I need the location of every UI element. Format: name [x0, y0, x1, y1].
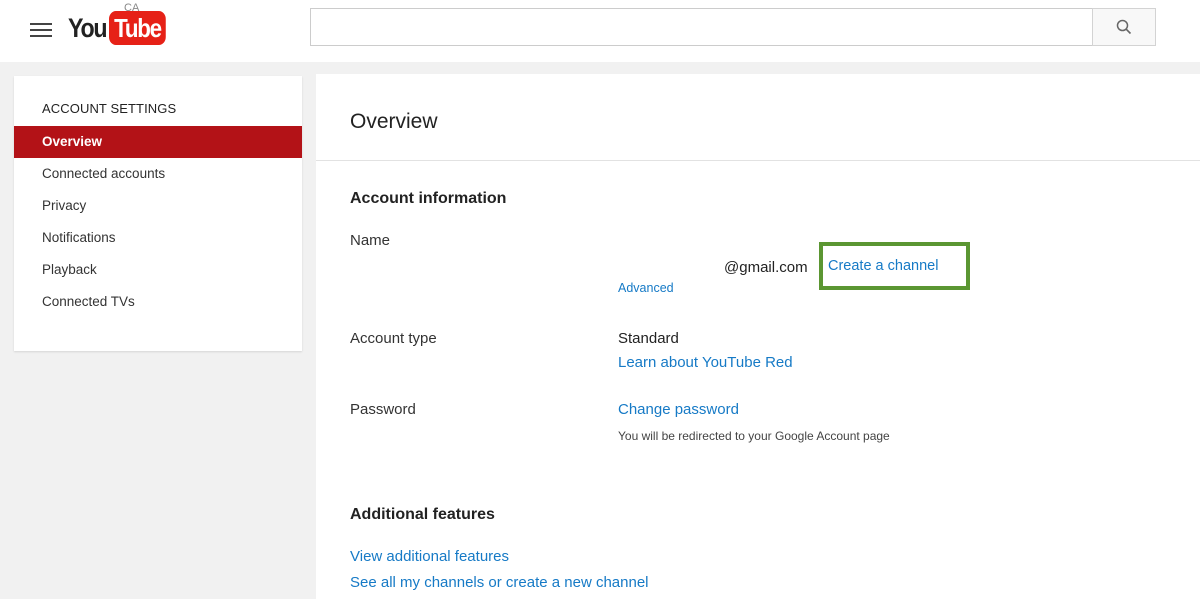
logo-you-text: You [68, 12, 108, 43]
password-label: Password [350, 401, 416, 418]
see-all-channels-link[interactable]: See all my channels or create a new chan… [350, 574, 649, 591]
main-panel: Overview Account information Name @gmail… [316, 74, 1200, 599]
sidebar-item-overview[interactable]: Overview [14, 126, 302, 158]
sidebar-item-connected-accounts[interactable]: Connected accounts [14, 158, 302, 190]
create-channel-link[interactable]: Create a channel [828, 258, 938, 274]
search-button[interactable] [1092, 8, 1156, 46]
account-type-value: Standard [618, 330, 679, 347]
view-additional-features-link[interactable]: View additional features [350, 548, 509, 565]
settings-sidebar: ACCOUNT SETTINGS Overview Connected acco… [14, 76, 302, 351]
sidebar-item-privacy[interactable]: Privacy [14, 190, 302, 222]
search-icon [1116, 19, 1132, 35]
learn-youtube-red-link[interactable]: Learn about YouTube Red [618, 354, 793, 371]
additional-features-heading: Additional features [350, 506, 495, 523]
sidebar-list: Overview Connected accounts Privacy Noti… [14, 126, 302, 318]
logo-tube-text: Tube [108, 11, 166, 45]
change-password-link[interactable]: Change password [618, 401, 739, 418]
email-value: @gmail.com [724, 259, 808, 276]
youtube-logo[interactable]: You Tube [68, 8, 175, 48]
page-title: Overview [350, 110, 438, 133]
title-divider [316, 160, 1200, 161]
account-info-heading: Account information [350, 190, 507, 207]
redirect-note: You will be redirected to your Google Ac… [618, 429, 890, 443]
advanced-link[interactable]: Advanced [618, 281, 674, 295]
menu-icon[interactable] [30, 18, 52, 40]
name-label: Name [350, 232, 391, 249]
sidebar-item-notifications[interactable]: Notifications [14, 222, 302, 254]
search-input[interactable] [310, 8, 1093, 46]
top-bar: You Tube CA [0, 0, 1200, 62]
sidebar-item-connected-tvs[interactable]: Connected TVs [14, 286, 302, 318]
sidebar-item-playback[interactable]: Playback [14, 254, 302, 286]
region-label: CA [124, 2, 140, 14]
account-type-label: Account type [350, 330, 437, 347]
sidebar-heading: ACCOUNT SETTINGS [42, 101, 177, 116]
